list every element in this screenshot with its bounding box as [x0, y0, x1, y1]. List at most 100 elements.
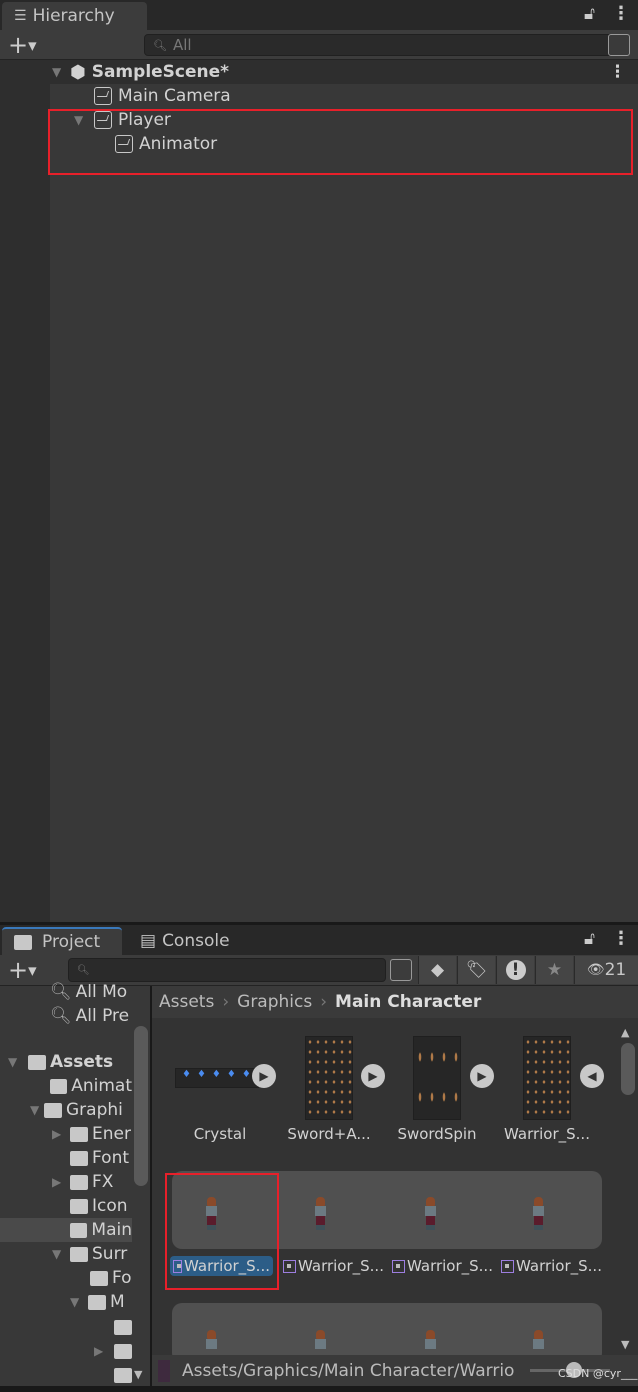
- shapes-icon: ◆: [430, 960, 445, 980]
- search-icon: 🔍︎: [153, 38, 167, 52]
- sprite-icon: [392, 1259, 405, 1273]
- expand-arrow-icon[interactable]: ▶: [52, 1127, 66, 1141]
- tree-surroundings[interactable]: ▼ Surr: [52, 1242, 132, 1266]
- expand-arrow-icon[interactable]: ▼: [8, 1055, 22, 1069]
- folder-open-icon: [88, 1294, 106, 1310]
- tree-graphics[interactable]: ▼ Graphi: [30, 1098, 132, 1122]
- asset-label[interactable]: Crystal: [165, 1125, 275, 1143]
- project-search-input[interactable]: 🔍︎: [68, 958, 386, 982]
- hierarchy-search-input[interactable]: 🔍︎ All: [144, 34, 630, 56]
- watermark: CSDN @cyr___: [558, 1367, 638, 1380]
- tab-project[interactable]: Project: [2, 927, 122, 955]
- scroll-down-icon[interactable]: ▼: [621, 1338, 629, 1351]
- asset-label[interactable]: Sword+A...: [274, 1125, 384, 1143]
- scroll-down-icon[interactable]: ▼: [134, 1368, 142, 1381]
- folder-icon[interactable]: [114, 1368, 132, 1383]
- list-icon: ☰: [14, 8, 27, 24]
- tab-console[interactable]: ▤ Console: [128, 927, 248, 955]
- sprite-label[interactable]: Warrior_S...: [498, 1256, 605, 1276]
- expand-arrow-icon[interactable]: ▼: [70, 1295, 84, 1309]
- favorites-button[interactable]: ★: [535, 956, 573, 984]
- folder-icon[interactable]: [114, 1320, 132, 1335]
- folder-icon[interactable]: [114, 1344, 132, 1359]
- warrior-sprite[interactable]: [423, 1197, 437, 1231]
- open-search-window-icon[interactable]: [608, 34, 630, 56]
- highlight-box: [165, 1173, 279, 1290]
- sword-attack-thumbnail[interactable]: [305, 1036, 353, 1120]
- scene-menu-icon[interactable]: ⋮: [609, 62, 626, 82]
- folder-icon: [70, 1126, 88, 1142]
- expand-arrow-icon[interactable]: ▼: [52, 1247, 66, 1261]
- sprite-icon: [283, 1259, 296, 1273]
- scroll-up-icon[interactable]: ▲: [621, 1026, 629, 1039]
- hidden-packages-button[interactable]: 👁︎ 21: [574, 956, 638, 984]
- eye-hidden-icon: 👁︎: [586, 962, 605, 978]
- tree-assets[interactable]: ▼ Assets: [8, 1050, 140, 1074]
- search-by-label-button[interactable]: 🏷︎: [457, 956, 495, 984]
- asset-label[interactable]: SwordSpin: [382, 1125, 492, 1143]
- sprite-label[interactable]: Warrior_S...: [389, 1256, 496, 1276]
- unity-scene-icon: ⬢: [70, 61, 86, 83]
- search-icon: 🔍︎: [77, 964, 90, 976]
- tree-fx[interactable]: ▶ FX: [52, 1170, 132, 1194]
- expand-play-icon[interactable]: ▶: [252, 1064, 276, 1088]
- folder-icon: [14, 934, 32, 950]
- favorite-all-prefabs[interactable]: 🔍︎ All Pre: [50, 1004, 132, 1028]
- open-search-window-icon[interactable]: [390, 959, 412, 981]
- breadcrumb-assets[interactable]: Assets: [159, 992, 214, 1012]
- folder-icon: [70, 1222, 88, 1238]
- asset-label[interactable]: Warrior_S...: [492, 1125, 602, 1143]
- tree-enemies[interactable]: ▶ Ener: [52, 1122, 132, 1146]
- tree-folder-fo[interactable]: Fo: [90, 1266, 132, 1290]
- tab-hierarchy[interactable]: ☰ Hierarchy: [2, 2, 147, 30]
- tree-icons[interactable]: Icon: [70, 1194, 132, 1218]
- collapse-play-icon[interactable]: ◀: [580, 1064, 604, 1088]
- expand-arrow-icon[interactable]: ▶: [52, 1175, 66, 1189]
- highlight-box: [48, 109, 633, 175]
- folder-icon: [70, 1150, 88, 1166]
- breadcrumb-main-character[interactable]: Main Character: [335, 992, 481, 1012]
- search-icon: 🔍︎: [50, 982, 72, 1002]
- folder-open-icon: [70, 1246, 88, 1262]
- more-menu-icon[interactable]: ⋮: [612, 928, 630, 949]
- hierarchy-panel: [0, 60, 638, 922]
- folder-icon: [70, 1198, 88, 1214]
- expand-arrow-icon[interactable]: ▶: [94, 1344, 103, 1358]
- folder-icon: [70, 1174, 88, 1190]
- lock-icon[interactable]: 🔓︎: [584, 4, 595, 24]
- tree-scrollbar[interactable]: [134, 1026, 148, 1186]
- expand-arrow-icon[interactable]: ▼: [30, 1103, 44, 1117]
- lock-icon[interactable]: 🔓︎: [584, 929, 595, 949]
- create-button[interactable]: +▼: [8, 956, 37, 984]
- warrior-sheet-thumbnail[interactable]: [523, 1036, 571, 1120]
- breadcrumb-graphics[interactable]: Graphics: [237, 992, 312, 1012]
- tree-main-character[interactable]: Main: [0, 1218, 132, 1242]
- tree-font[interactable]: Font: [70, 1146, 132, 1170]
- crystal-thumbnail[interactable]: ♦♦♦♦♦: [175, 1068, 259, 1088]
- warrior-sprite[interactable]: [531, 1197, 545, 1231]
- gameobject-icon: [94, 87, 112, 105]
- tree-folder-m[interactable]: ▼ M: [70, 1290, 132, 1314]
- search-icon: 🔍︎: [50, 1006, 72, 1026]
- chevron-right-icon: ›: [320, 992, 328, 1012]
- asset-scrollbar[interactable]: [621, 1043, 635, 1095]
- expand-arrow-icon[interactable]: ▼: [52, 65, 66, 79]
- tag-icon: 🏷︎: [465, 960, 488, 980]
- hierarchy-item-main-camera[interactable]: Main Camera: [0, 84, 638, 108]
- swordspin-thumbnail[interactable]: [413, 1036, 461, 1120]
- search-by-type-button[interactable]: ◆: [418, 956, 456, 984]
- scene-row[interactable]: ▼ ⬢ SampleScene* ⋮: [0, 60, 638, 84]
- folder-open-icon: [44, 1102, 62, 1118]
- warrior-sprite[interactable]: [313, 1197, 327, 1231]
- expand-play-icon[interactable]: ▶: [470, 1064, 494, 1088]
- folder-icon: [90, 1270, 108, 1286]
- create-button[interactable]: +▼: [8, 31, 37, 59]
- expand-play-icon[interactable]: ▶: [361, 1064, 385, 1088]
- log-types-button[interactable]: !: [496, 956, 534, 984]
- more-menu-icon[interactable]: ⋮: [612, 3, 630, 24]
- chevron-right-icon: ›: [222, 992, 230, 1012]
- tree-animations[interactable]: Animat: [50, 1074, 132, 1098]
- sprite-label[interactable]: Warrior_S...: [280, 1256, 387, 1276]
- warning-icon: !: [505, 960, 526, 980]
- console-icon: ▤: [140, 931, 157, 951]
